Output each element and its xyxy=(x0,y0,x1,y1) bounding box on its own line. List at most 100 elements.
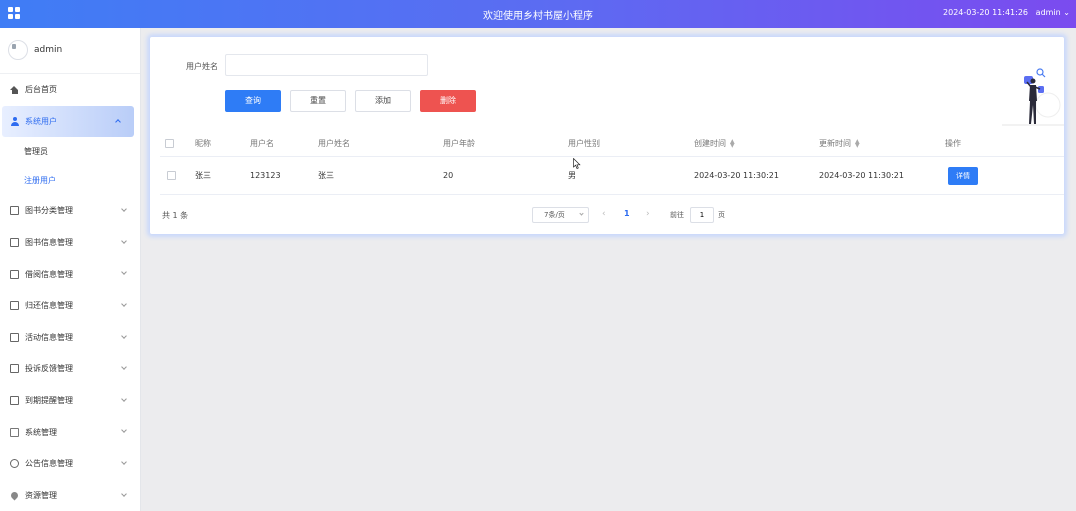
chevron-down-icon xyxy=(121,237,127,244)
sort-icon[interactable]: ▲ ▼ xyxy=(855,138,860,148)
current-page[interactable]: 1 xyxy=(624,209,630,218)
user-menu[interactable]: admin ⌄ xyxy=(1036,8,1070,17)
sidebar-item-system-management[interactable]: 系统管理 xyxy=(0,416,140,448)
chevron-down-icon xyxy=(121,332,127,339)
prev-page-button[interactable]: ‹ xyxy=(602,209,606,219)
user-icon xyxy=(10,116,19,126)
reset-button[interactable]: 重置 xyxy=(290,90,346,112)
header-select-all[interactable] xyxy=(165,131,174,156)
search-input[interactable] xyxy=(225,54,428,76)
sidebar-item-label: 公告信息管理 xyxy=(25,459,73,469)
sidebar-item-label: 系统用户 xyxy=(25,116,57,126)
next-page-button[interactable]: › xyxy=(646,209,650,219)
cell-realname: 张三 xyxy=(318,171,334,180)
column-header-label: 更新时间 xyxy=(819,139,851,148)
sidebar-subitem-label: 管理员 xyxy=(24,147,48,157)
sidebar: admin 后台首页 系统用户 管理员 注册用户 图书分类管理 图书信息管理 借… xyxy=(0,28,141,511)
document-icon xyxy=(10,396,19,406)
page-size-select[interactable]: 7条/页 xyxy=(532,207,589,223)
chevron-down-icon xyxy=(121,364,127,370)
sidebar-item-label: 活动信息管理 xyxy=(25,332,73,342)
sidebar-item-label: 借阅信息管理 xyxy=(25,269,73,279)
chevron-down-icon xyxy=(121,395,127,402)
column-header-gender: 用户性别 xyxy=(568,139,600,148)
document-icon xyxy=(10,332,19,342)
chevron-down-icon xyxy=(579,211,584,216)
sidebar-item-activity-info[interactable]: 活动信息管理 xyxy=(0,322,140,354)
column-header-realname: 用户姓名 xyxy=(318,139,350,148)
sidebar-subitem-admins[interactable]: 管理员 xyxy=(0,137,140,166)
add-button[interactable]: 添加 xyxy=(355,90,411,112)
sidebar-item-book-info[interactable]: 图书信息管理 xyxy=(0,227,140,259)
location-icon xyxy=(9,490,20,501)
chevron-down-icon xyxy=(121,206,127,213)
sidebar-item-label: 系统管理 xyxy=(25,427,57,437)
sidebar-item-label: 后台首页 xyxy=(25,85,57,95)
row-select[interactable] xyxy=(167,157,176,194)
sidebar-item-return-info[interactable]: 归还信息管理 xyxy=(0,290,140,322)
users-table: 昵称 用户名 用户姓名 用户年龄 用户性别 创建时间 ▲ ▼ 更新时间 ▲ ▼ 操作 张… xyxy=(160,131,1064,195)
sidebar-item-system-users[interactable]: 系统用户 xyxy=(2,105,134,138)
sidebar-item-label: 到期提醒管理 xyxy=(25,396,73,406)
user-menu-label: admin xyxy=(1035,8,1061,17)
cell-age: 20 xyxy=(443,171,454,180)
sidebar-item-label: 图书分类管理 xyxy=(25,206,73,216)
cell-created: 2024-03-20 11:30:21 xyxy=(694,171,779,180)
current-datetime: 2024-03-20 11:41:26 xyxy=(943,8,1028,17)
row-checkbox[interactable] xyxy=(167,171,176,180)
goto-page-input[interactable] xyxy=(690,207,714,223)
sidebar-item-label: 归还信息管理 xyxy=(25,301,73,311)
delete-button[interactable]: 删除 xyxy=(420,90,476,112)
chevron-down-icon xyxy=(121,269,127,276)
chevron-down-icon: ⌄ xyxy=(1063,8,1070,17)
sidebar-item-complaints[interactable]: 投诉反馈管理 xyxy=(0,353,140,385)
cell-nickname: 张三 xyxy=(195,171,211,180)
avatar xyxy=(8,40,28,60)
sidebar-item-label: 投诉反馈管理 xyxy=(25,364,73,374)
top-header: 欢迎使用乡村书屋小程序 2024-03-20 11:41:26 admin ⌄ xyxy=(0,0,1076,28)
sidebar-item-borrow-info[interactable]: 借阅信息管理 xyxy=(0,258,140,290)
sidebar-subitem-label: 注册用户 xyxy=(24,176,56,186)
column-header-created[interactable]: 创建时间 ▲ ▼ xyxy=(694,131,735,156)
column-header-updated[interactable]: 更新时间 ▲ ▼ xyxy=(819,131,860,156)
cell-username: 123123 xyxy=(250,171,281,180)
sidebar-item-announcements[interactable]: 公告信息管理 xyxy=(0,448,140,480)
column-header-actions: 操作 xyxy=(945,139,961,148)
sidebar-item-home[interactable]: 后台首页 xyxy=(0,74,140,106)
chevron-down-icon xyxy=(121,490,127,497)
content-card: 用户姓名 查询 重置 添加 删除 昵称 用户名 用户姓名 用户年龄 用户性别 创… xyxy=(150,37,1064,234)
document-icon xyxy=(10,238,19,248)
column-header-username: 用户名 xyxy=(250,139,274,148)
detail-button[interactable]: 详情 xyxy=(948,166,978,185)
home-icon xyxy=(10,85,19,94)
sort-icon[interactable]: ▲ ▼ xyxy=(730,138,735,148)
sidebar-subitem-registered-users[interactable]: 注册用户 xyxy=(0,166,140,195)
app-title: 欢迎使用乡村书屋小程序 xyxy=(483,11,593,22)
pagination: 共 1 条 7条/页 ‹ 1 › 前往 页 xyxy=(160,205,1064,225)
sidebar-item-resources[interactable]: 资源管理 xyxy=(0,480,140,511)
sidebar-item-book-categories[interactable]: 图书分类管理 xyxy=(0,195,140,227)
search-illustration xyxy=(1002,68,1064,126)
document-icon xyxy=(10,301,19,311)
sidebar-username: admin xyxy=(34,45,63,55)
select-all-checkbox[interactable] xyxy=(165,139,174,148)
document-icon xyxy=(10,269,19,279)
chevron-down-icon xyxy=(121,301,127,307)
document-icon xyxy=(10,364,19,374)
sidebar-item-label: 图书信息管理 xyxy=(25,238,73,248)
mouse-cursor-icon xyxy=(573,158,581,169)
chevron-down-icon xyxy=(121,427,127,434)
cell-actions: 详情 xyxy=(948,157,978,194)
chevron-down-icon xyxy=(121,459,127,465)
table-row: 张三 123123 张三 20 男 2024-03-20 11:30:21 20… xyxy=(160,157,1064,195)
sidebar-item-due-reminders[interactable]: 到期提醒管理 xyxy=(0,385,140,417)
sidebar-profile: admin xyxy=(0,28,140,74)
goto-suffix: 页 xyxy=(718,211,725,219)
chart-icon xyxy=(10,427,19,437)
query-button[interactable]: 查询 xyxy=(225,90,281,112)
cell-updated: 2024-03-20 11:30:21 xyxy=(819,171,904,180)
chevron-up-icon xyxy=(115,118,121,125)
page-size-value: 7条/页 xyxy=(544,211,565,219)
pagination-total: 共 1 条 xyxy=(162,211,189,220)
sidebar-item-label: 资源管理 xyxy=(25,490,57,500)
